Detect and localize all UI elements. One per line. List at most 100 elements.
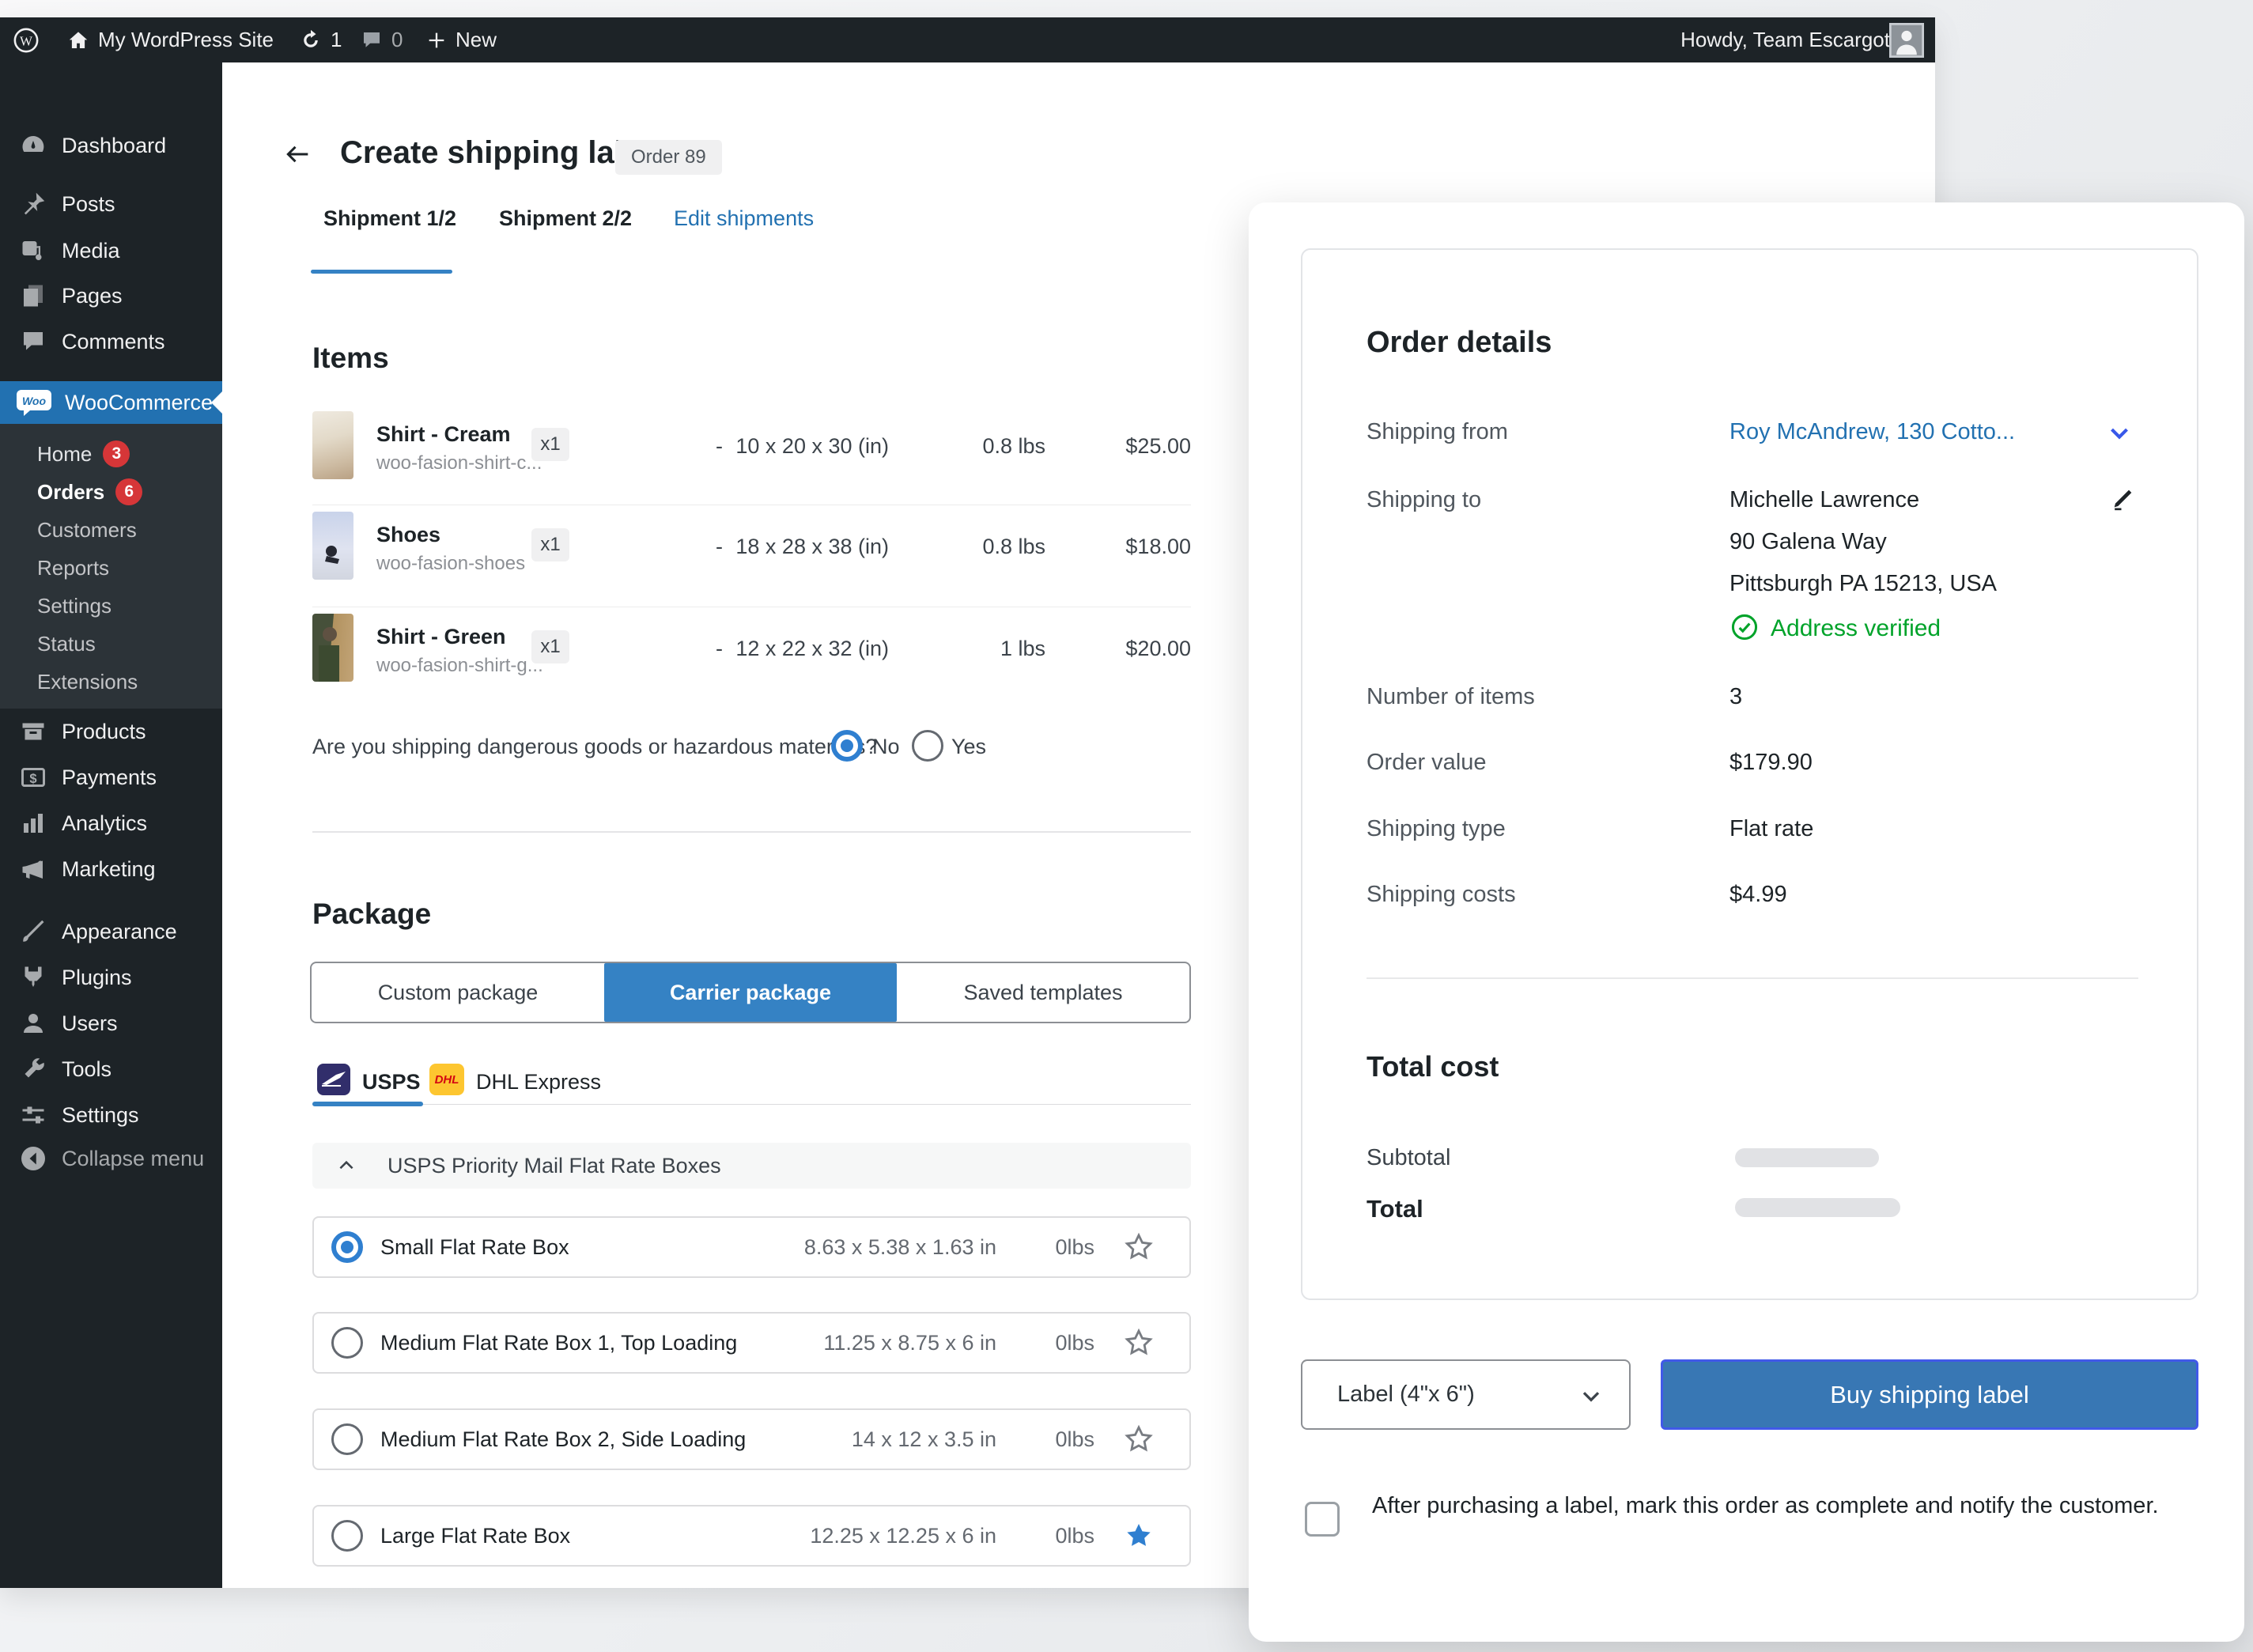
chevron-down-icon[interactable] bbox=[2104, 418, 2134, 448]
tab-shipment-2[interactable]: Shipment 2/2 bbox=[499, 206, 632, 231]
mark-complete-checkbox[interactable] bbox=[1305, 1502, 1340, 1537]
row-label: Shipping type bbox=[1367, 816, 1506, 842]
back-button[interactable] bbox=[282, 138, 313, 170]
box-radio[interactable] bbox=[331, 1327, 363, 1359]
sidebar-item-wc-orders[interactable]: Orders 6 bbox=[0, 473, 222, 511]
box-option-small-flat-rate[interactable]: Small Flat Rate Box 8.63 x 5.38 x 1.63 i… bbox=[312, 1216, 1191, 1278]
chevron-up-icon[interactable] bbox=[336, 1155, 357, 1176]
dashboard-icon bbox=[19, 131, 47, 160]
page-title: Create shipping label bbox=[340, 135, 660, 171]
marketing-icon bbox=[19, 855, 47, 883]
product-slug: woo-fasion-shirt-c... bbox=[376, 452, 542, 474]
label-size-select[interactable]: Label (4"x 6") bbox=[1301, 1359, 1631, 1430]
segment-carrier-package[interactable]: Carrier package bbox=[604, 963, 897, 1022]
appearance-icon bbox=[19, 917, 47, 946]
sidebar-item-wc-settings[interactable]: Settings bbox=[0, 587, 222, 625]
weight-cell: 0.8 lbs bbox=[933, 434, 1045, 459]
box-weight: 0lbs bbox=[1055, 1410, 1094, 1469]
sidebar-item-settings[interactable]: Settings bbox=[0, 1092, 222, 1138]
box-name: Small Flat Rate Box bbox=[380, 1218, 569, 1276]
panel-divider bbox=[1367, 977, 2138, 979]
sidebar-item-products[interactable]: Products bbox=[0, 709, 222, 754]
hazmat-no-label[interactable]: No bbox=[872, 735, 900, 759]
hazmat-radio-yes[interactable] bbox=[912, 730, 943, 762]
woocommerce-submenu: Home 3 Orders 6 Customers Reports Settin… bbox=[0, 424, 222, 709]
label-size-value: Label (4"x 6") bbox=[1337, 1382, 1475, 1408]
wordpress-logo-icon[interactable]: W bbox=[13, 17, 40, 62]
mark-complete-label[interactable]: After purchasing a label, mark this orde… bbox=[1372, 1490, 2187, 1522]
edit-pencil-icon[interactable] bbox=[2107, 481, 2139, 512]
sidebar-item-pages[interactable]: Pages bbox=[0, 273, 222, 319]
box-option-large[interactable]: Large Flat Rate Box 12.25 x 12.25 x 6 in… bbox=[312, 1505, 1191, 1567]
box-radio[interactable] bbox=[331, 1520, 363, 1552]
star-icon[interactable] bbox=[1123, 1423, 1155, 1455]
dimensions-cell: 10 x 20 x 30 (in) bbox=[680, 434, 889, 459]
comments-link[interactable]: 0 bbox=[360, 17, 403, 62]
collapse-icon bbox=[19, 1144, 47, 1173]
box-option-medium-1[interactable]: Medium Flat Rate Box 1, Top Loading 11.2… bbox=[312, 1312, 1191, 1374]
tab-usps[interactable]: USPS bbox=[362, 1070, 421, 1094]
box-dims: 8.63 x 5.38 x 1.63 in bbox=[804, 1218, 996, 1276]
box-option-medium-2[interactable]: Medium Flat Rate Box 2, Side Loading 14 … bbox=[312, 1408, 1191, 1470]
box-dims: 12.25 x 12.25 x 6 in bbox=[810, 1506, 996, 1565]
hazmat-yes-label[interactable]: Yes bbox=[951, 735, 986, 759]
new-label: New bbox=[456, 28, 497, 52]
sidebar-item-media[interactable]: Media bbox=[0, 228, 222, 274]
edit-shipments-link[interactable]: Edit shipments bbox=[674, 206, 814, 231]
avatar[interactable] bbox=[1889, 23, 1924, 58]
star-icon[interactable] bbox=[1123, 1327, 1155, 1359]
sidebar-item-wc-extensions[interactable]: Extensions bbox=[0, 663, 222, 701]
product-name: Shirt - Cream bbox=[376, 422, 511, 447]
product-photo bbox=[312, 512, 353, 580]
sidebar-item-marketing[interactable]: Marketing bbox=[0, 846, 222, 892]
sidebar-item-dashboard[interactable]: Dashboard bbox=[0, 123, 222, 168]
buy-shipping-label-button[interactable]: Buy shipping label bbox=[1661, 1359, 2198, 1430]
segment-saved-templates[interactable]: Saved templates bbox=[897, 963, 1189, 1022]
sidebar-item-plugins[interactable]: Plugins bbox=[0, 955, 222, 1000]
flat-rate-group-header[interactable]: USPS Priority Mail Flat Rate Boxes bbox=[312, 1143, 1191, 1189]
sidebar-item-comments[interactable]: Comments bbox=[0, 319, 222, 365]
hazmat-radio-no[interactable] bbox=[831, 730, 863, 762]
sidebar-item-woocommerce[interactable]: Woo WooCommerce bbox=[0, 381, 222, 424]
sidebar-item-wc-status[interactable]: Status bbox=[0, 625, 222, 663]
dhl-logo-icon: DHL bbox=[429, 1064, 464, 1095]
update-count: 1 bbox=[331, 28, 342, 52]
sidebar-item-analytics[interactable]: Analytics bbox=[0, 800, 222, 846]
updates-link[interactable]: 1 bbox=[299, 17, 342, 62]
shipping-from-link[interactable]: Roy McAndrew, 130 Cotto... bbox=[1729, 419, 2015, 445]
tab-shipment-1[interactable]: Shipment 1/2 bbox=[323, 206, 456, 231]
site-link[interactable]: My WordPress Site bbox=[66, 17, 274, 62]
address-verified-text: Address verified bbox=[1771, 615, 1941, 642]
sliders-icon bbox=[19, 1101, 47, 1129]
sidebar-item-wc-home[interactable]: Home 3 bbox=[0, 435, 222, 473]
sidebar-item-payments[interactable]: $ Payments bbox=[0, 754, 222, 800]
sidebar-item-tools[interactable]: Tools bbox=[0, 1046, 222, 1092]
active-tab-underline bbox=[311, 270, 452, 274]
product-slug: woo-fasion-shirt-g... bbox=[376, 655, 543, 677]
svg-text:Woo: Woo bbox=[22, 395, 47, 407]
sidebar-item-wc-customers[interactable]: Customers bbox=[0, 511, 222, 549]
sidebar-item-posts[interactable]: Posts bbox=[0, 181, 222, 227]
new-content-link[interactable]: New bbox=[425, 17, 497, 62]
product-name: Shirt - Green bbox=[376, 625, 506, 649]
shipping-from-label: Shipping from bbox=[1367, 419, 1508, 445]
box-dims: 11.25 x 8.75 x 6 in bbox=[823, 1314, 996, 1372]
row-label: Number of items bbox=[1367, 684, 1535, 710]
segment-custom-package[interactable]: Custom package bbox=[312, 963, 604, 1022]
box-radio[interactable] bbox=[331, 1231, 363, 1263]
row-value: 3 bbox=[1729, 684, 1742, 710]
star-icon[interactable] bbox=[1123, 1231, 1155, 1263]
dimensions-cell: 12 x 22 x 32 (in) bbox=[680, 637, 889, 661]
collapse-menu-button[interactable]: Collapse menu bbox=[0, 1136, 222, 1181]
sidebar-item-users[interactable]: Users bbox=[0, 1000, 222, 1046]
box-weight: 0lbs bbox=[1055, 1506, 1094, 1565]
sidebar-item-appearance[interactable]: Appearance bbox=[0, 909, 222, 955]
box-radio[interactable] bbox=[331, 1423, 363, 1455]
star-icon-filled[interactable] bbox=[1123, 1520, 1155, 1552]
carrier-active-underline bbox=[312, 1102, 423, 1106]
hazmat-question: Are you shipping dangerous goods or haza… bbox=[312, 735, 877, 759]
tab-dhl-express[interactable]: DHL Express bbox=[476, 1070, 601, 1094]
sidebar-item-wc-reports[interactable]: Reports bbox=[0, 549, 222, 587]
svg-text:W: W bbox=[20, 33, 33, 48]
howdy-account-link[interactable]: Howdy, Team Escargot bbox=[1680, 17, 1890, 62]
